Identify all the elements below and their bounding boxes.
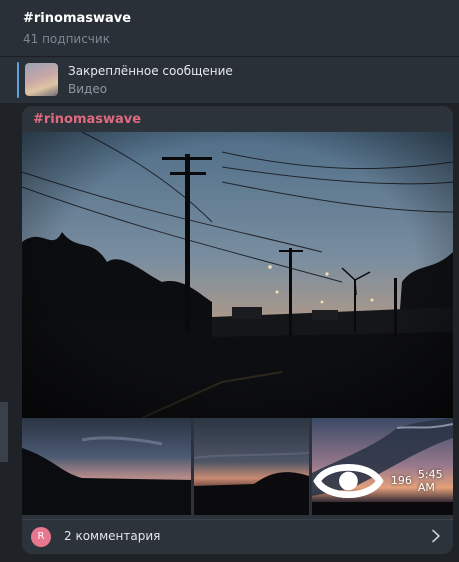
post-hashtag[interactable]: #rinomaswave <box>33 112 141 127</box>
post-meta: 196 5:45 AM <box>312 455 443 507</box>
post-time: 5:45 AM <box>417 467 443 494</box>
comments-label: 2 комментария <box>64 529 161 543</box>
views-eye-icon <box>313 463 384 499</box>
views-count: 196 <box>390 474 412 488</box>
channel-post: #rinomaswave 196 5:45 AM R 2 комментария <box>22 106 453 554</box>
pinned-title: Закреплённое сообщение <box>68 64 233 78</box>
main-photo[interactable] <box>22 132 453 418</box>
main-photo-image <box>22 132 453 418</box>
photo-thumbnail-2-image <box>194 418 309 515</box>
photo-thumbnail-1[interactable] <box>22 418 191 515</box>
photo-thumbnail-3[interactable]: 196 5:45 AM <box>312 418 453 515</box>
pinned-message-bar[interactable]: Закреплённое сообщение Видео <box>0 57 459 103</box>
photo-thumbnails: 196 5:45 AM <box>22 418 453 515</box>
subscriber-count: 41 подписчик <box>23 32 110 46</box>
side-strip <box>0 402 8 462</box>
photo-thumbnail-2[interactable] <box>194 418 309 515</box>
pinned-indicator <box>17 62 19 98</box>
comments-button[interactable]: R 2 комментария <box>22 519 453 554</box>
channel-header[interactable]: #rinomaswave 41 подписчик <box>0 0 459 57</box>
chevron-right-icon <box>432 529 440 543</box>
commenter-avatar: R <box>31 527 51 547</box>
channel-title[interactable]: #rinomaswave <box>23 11 131 26</box>
pinned-subtitle: Видео <box>68 82 108 96</box>
pinned-thumbnail <box>25 63 58 96</box>
photo-thumbnail-1-image <box>22 418 191 515</box>
